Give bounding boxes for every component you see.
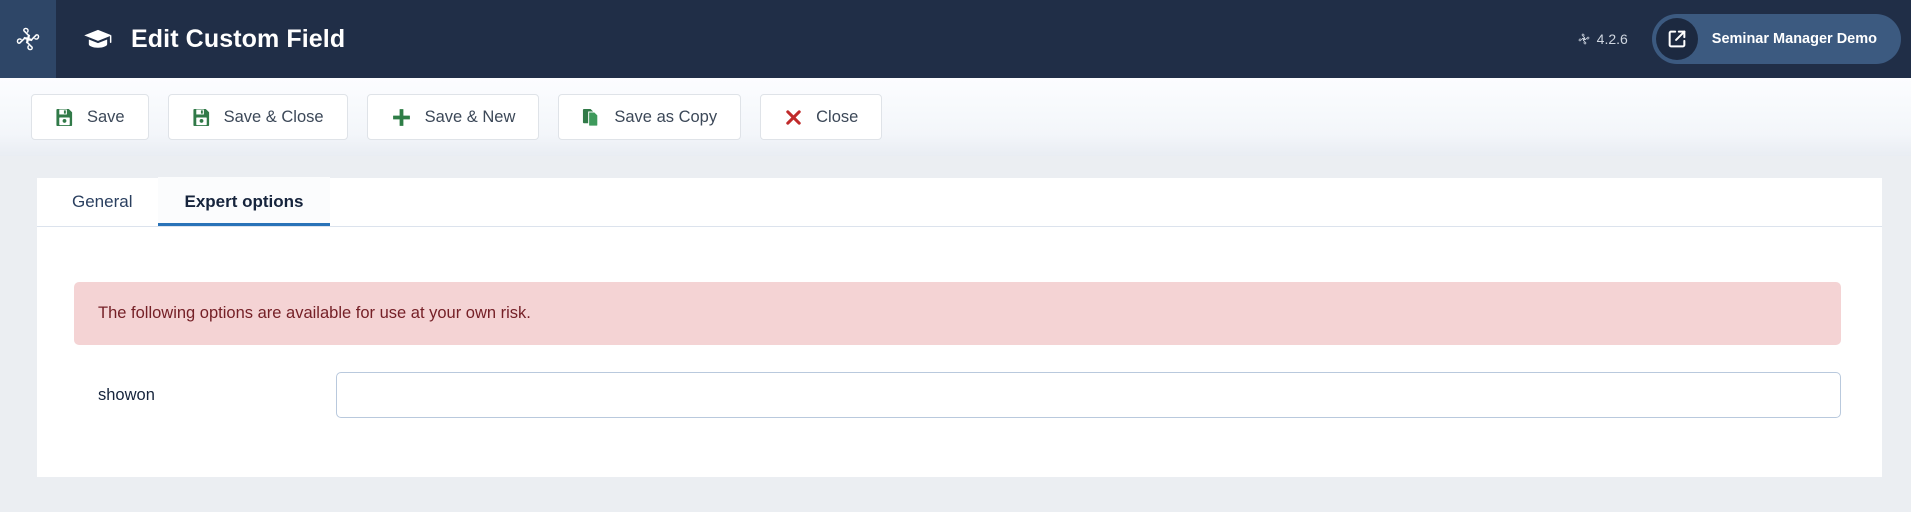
version-indicator: 4.2.6 [1577,31,1628,47]
logo-panel[interactable] [0,0,56,78]
tab-panel-expert-options: The following options are available for … [37,227,1882,419]
close-button[interactable]: Close [760,94,883,140]
app-header: Edit Custom Field 4.2.6 Seminar Manager … [0,0,1911,78]
save-and-close-button[interactable]: Save & Close [167,94,348,140]
close-button-label: Close [816,107,859,126]
showon-input[interactable] [336,372,1841,419]
editor-toolbar: Save Save & Close Save & New Save as Cop… [0,78,1911,156]
joomla-logo-icon [13,24,43,54]
site-preview-label: Seminar Manager Demo [1711,31,1877,47]
external-link-icon [1655,18,1698,60]
header-title-block: Edit Custom Field [83,25,345,54]
plus-icon [391,107,412,128]
save-and-new-button[interactable]: Save & New [366,94,540,140]
save-button-label: Save [87,107,125,126]
page-title: Edit Custom Field [131,24,346,53]
tab-expert-options[interactable]: Expert options [158,177,330,226]
save-and-close-button-label: Save & Close [223,107,324,126]
risk-warning-text: The following options are available for … [98,304,531,322]
tab-bar: General Expert options [37,177,1882,227]
cross-icon [784,108,803,127]
floppy-disk-icon [55,108,74,127]
showon-label: showon [98,385,155,404]
risk-warning-alert: The following options are available for … [74,282,1841,346]
joomla-mini-icon [1577,32,1591,46]
tab-expert-options-label: Expert options [184,191,304,211]
header-right-section: 4.2.6 Seminar Manager Demo [1577,0,1911,78]
tab-general[interactable]: General [46,177,158,226]
save-button[interactable]: Save [31,94,149,140]
graduation-cap-icon [83,28,113,50]
tab-general-label: General [72,191,133,211]
save-as-copy-button[interactable]: Save as Copy [558,94,742,140]
page-body: General Expert options The following opt… [0,156,1911,512]
copy-icon [582,108,601,127]
form-row-showon: showon [74,372,1841,419]
version-label: 4.2.6 [1596,31,1628,47]
save-as-copy-button-label: Save as Copy [614,107,718,126]
edit-form-card: General Expert options The following opt… [37,177,1882,477]
save-and-new-button-label: Save & New [424,107,516,126]
floppy-disk-icon [192,108,211,127]
site-preview-button[interactable]: Seminar Manager Demo [1651,14,1901,64]
